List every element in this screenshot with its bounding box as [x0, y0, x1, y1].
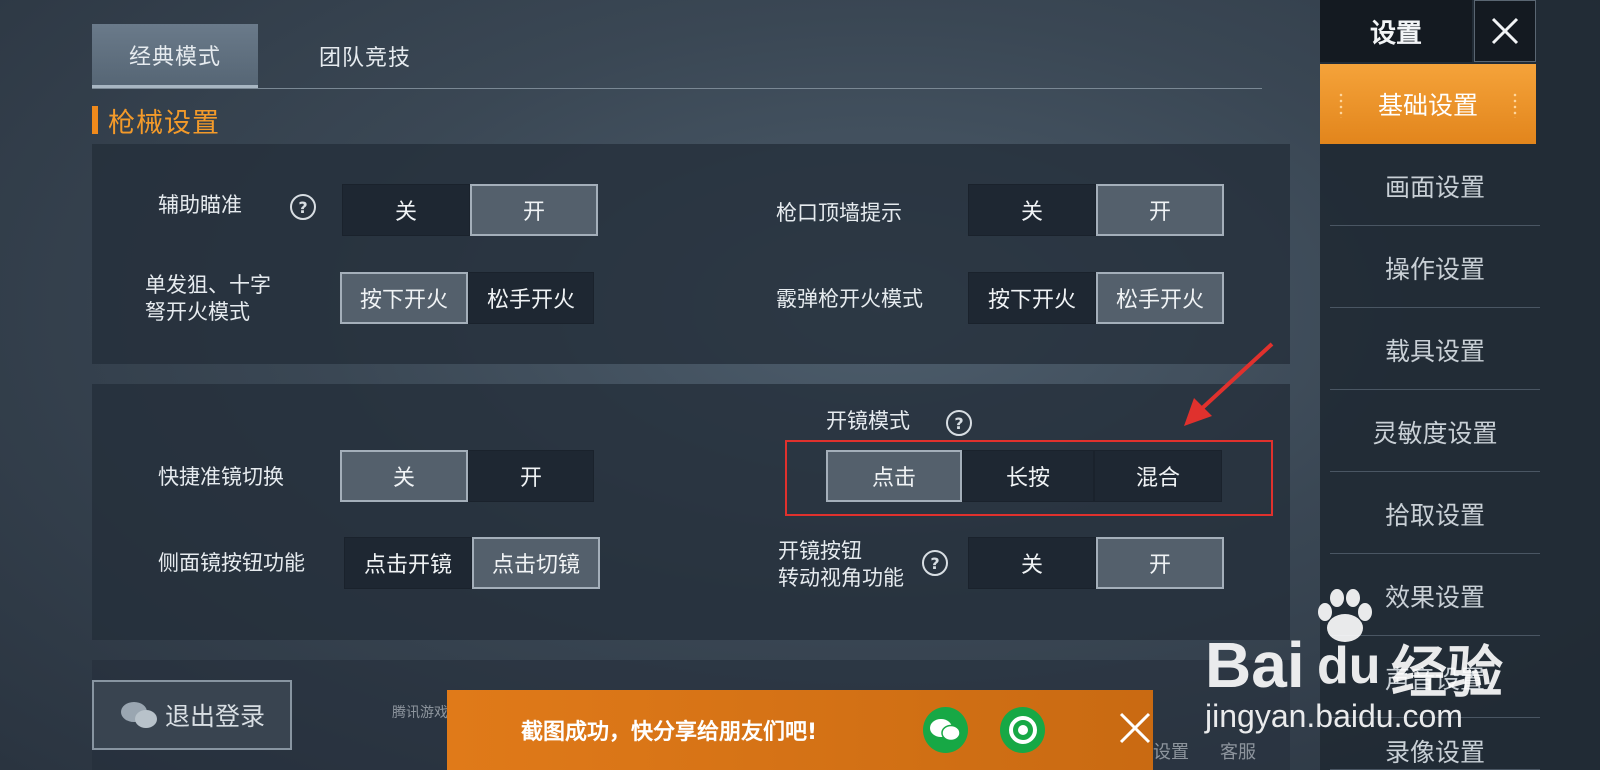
sidebar-item-label: 灵敏度设置: [1372, 418, 1498, 448]
sidebar-item-basic[interactable]: 基础设置: [1320, 64, 1536, 144]
assist-aim-toggle[interactable]: 关 开: [342, 184, 598, 236]
sidebar-item-pickup[interactable]: 拾取设置: [1330, 474, 1540, 554]
option-off[interactable]: 关: [968, 184, 1096, 236]
sidebar-item-sensitivity[interactable]: 灵敏度设置: [1330, 392, 1540, 472]
side-scope-toggle[interactable]: 点击开镜 点击切镜: [344, 537, 600, 589]
section-title: 枪械设置: [92, 104, 220, 139]
tab-team-battle[interactable]: 团队竞技: [282, 24, 448, 88]
logout-label: 退出登录: [164, 702, 265, 731]
option-release-fire[interactable]: 松手开火: [1096, 272, 1224, 324]
section-accent-bar: [92, 106, 98, 134]
sidebar-item-graphics[interactable]: 画面设置: [1330, 146, 1540, 226]
option-tap-switch[interactable]: 点击切镜: [472, 537, 600, 589]
tab-divider: [92, 88, 1262, 89]
tab-label: 经典模式: [128, 44, 221, 70]
annotation-highlight-box: [785, 440, 1273, 516]
toast-message: 截图成功，快分享给朋友们吧!: [521, 720, 818, 745]
close-icon: [1491, 17, 1519, 45]
label-line: 弩开火模式: [145, 300, 250, 324]
watermark-brand: Bai: [1205, 629, 1305, 701]
sidebar-item-label: 拾取设置: [1384, 500, 1485, 530]
close-button[interactable]: [1474, 0, 1536, 62]
option-release-fire[interactable]: 松手开火: [468, 272, 594, 324]
sidebar-item-label: 载具设置: [1384, 336, 1485, 366]
shotgun-fire-toggle[interactable]: 按下开火 松手开火: [968, 272, 1224, 324]
settings-title: 设置: [1320, 0, 1472, 62]
option-on[interactable]: 开: [1096, 537, 1224, 589]
annotation-arrow-icon: [1184, 342, 1274, 426]
baidu-watermark: Bai du 经验 jingyan.baidu.com: [1205, 589, 1545, 770]
sidebar-item-label: 画面设置: [1384, 172, 1485, 202]
option-off[interactable]: 关: [968, 537, 1096, 589]
close-icon: [1119, 712, 1151, 744]
assist-aim-label: 辅助瞄准: [158, 193, 242, 217]
muzzle-wall-toggle[interactable]: 关 开: [968, 184, 1224, 236]
muzzle-wall-label: 枪口顶墙提示: [776, 201, 902, 225]
side-scope-label: 侧面镜按钮功能: [158, 551, 305, 575]
quick-scope-label: 快捷准镜切换: [158, 465, 284, 489]
wechat-share-icon[interactable]: [922, 707, 968, 753]
watermark-cn: 经验: [1391, 641, 1503, 704]
sidebar-item-label: 操作设置: [1384, 254, 1485, 284]
faint-footer-text: 腾讯游戏: [392, 705, 448, 721]
gun-settings-panel: [92, 144, 1290, 364]
section-title-text: 枪械设置: [108, 107, 220, 139]
tab-label: 团队竞技: [318, 46, 411, 71]
label-line: 单发狙、十字: [145, 273, 271, 297]
label-line: 开镜按钮: [778, 539, 862, 563]
watermark-brand2: du: [1317, 637, 1381, 695]
screenshot-toast: 截图成功，快分享给朋友们吧!: [447, 690, 1153, 770]
scope-turn-label: 开镜按钮 转动视角功能: [778, 538, 904, 592]
shotgun-fire-label: 霰弹枪开火模式: [776, 287, 923, 311]
option-on[interactable]: 开: [1096, 184, 1224, 236]
grip-icon: [1512, 92, 1518, 118]
option-press-fire[interactable]: 按下开火: [340, 272, 468, 324]
sidebar-item-label: 基础设置: [1377, 91, 1478, 120]
option-tap-open[interactable]: 点击开镜: [344, 537, 472, 589]
faint-settings-label: 设置: [1153, 742, 1189, 763]
help-icon[interactable]: ?: [290, 194, 316, 220]
grip-icon: [1338, 92, 1344, 118]
help-icon[interactable]: ?: [946, 410, 972, 436]
watermark-url: jingyan.baidu.com: [1205, 698, 1463, 734]
toast-close-button[interactable]: [1117, 710, 1153, 750]
help-icon[interactable]: ?: [922, 550, 948, 576]
option-on[interactable]: 开: [470, 184, 598, 236]
label-line: 转动视角功能: [778, 566, 904, 590]
sniper-fire-toggle[interactable]: 按下开火 松手开火: [340, 272, 594, 324]
option-on[interactable]: 开: [468, 450, 594, 502]
option-press-fire[interactable]: 按下开火: [968, 272, 1096, 324]
sidebar-item-vehicle[interactable]: 载具设置: [1330, 310, 1540, 390]
option-off[interactable]: 关: [340, 450, 468, 502]
quick-scope-toggle[interactable]: 关 开: [340, 450, 594, 502]
tab-classic-mode[interactable]: 经典模式: [92, 24, 258, 88]
logout-button[interactable]: 退出登录: [92, 680, 292, 750]
scope-mode-label: 开镜模式: [826, 409, 910, 433]
moments-share-icon[interactable]: [999, 707, 1046, 753]
sniper-fire-label: 单发狙、十字 弩开火模式: [145, 272, 271, 326]
option-off[interactable]: 关: [342, 184, 470, 236]
wechat-icon: [120, 702, 157, 728]
sidebar-item-controls[interactable]: 操作设置: [1330, 228, 1540, 308]
scope-turn-toggle[interactable]: 关 开: [968, 537, 1224, 589]
